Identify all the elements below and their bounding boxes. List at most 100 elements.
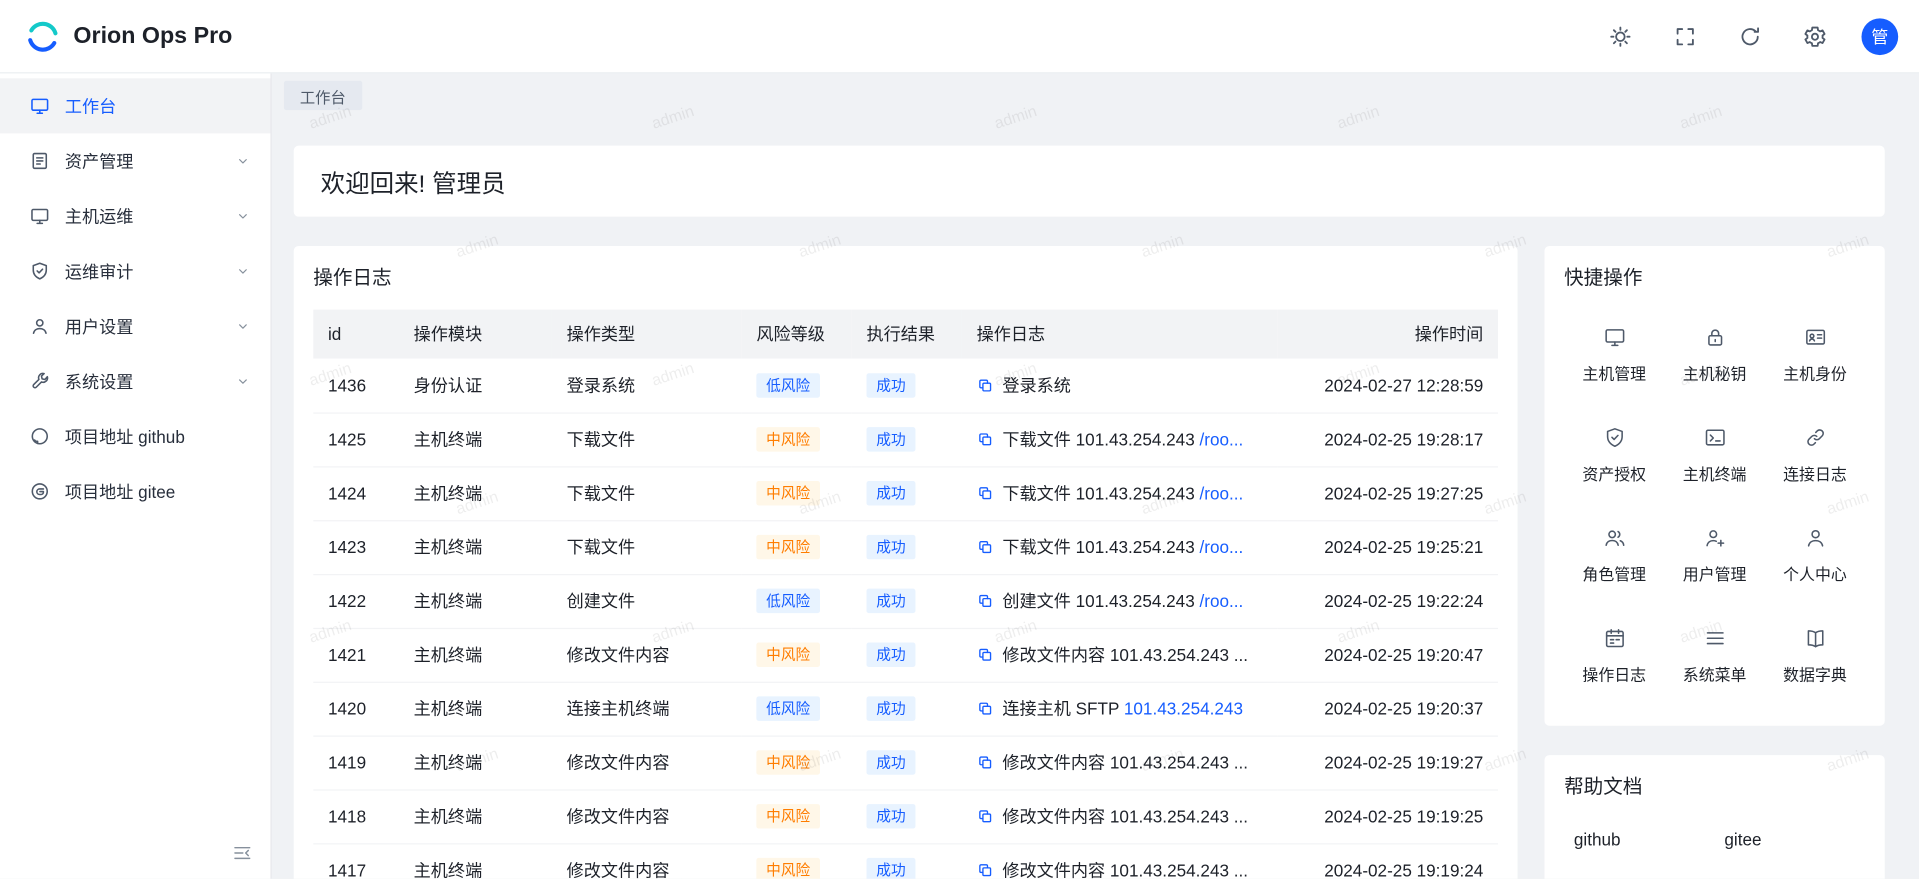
table-row: 1418主机终端修改文件内容中风险成功修改文件内容 101.43.254.243… [313, 789, 1498, 843]
book-icon [1803, 627, 1826, 650]
copy-icon[interactable] [977, 808, 994, 825]
log-text: 下载文件 101.43.254.243 [1002, 537, 1199, 557]
risk-badge: 低风险 [756, 373, 820, 397]
result-badge: 成功 [866, 696, 915, 720]
copy-icon[interactable] [977, 592, 994, 609]
cell-log: 连接主机 SFTP 101.43.254.243 [962, 682, 1278, 736]
quick-action-host-manage[interactable]: 主机管理 [1564, 305, 1664, 405]
cell-module: 主机终端 [399, 412, 552, 466]
cell-time: 2024-02-25 19:20:37 [1278, 682, 1498, 736]
sidebar-item-github[interactable]: 项目地址 github [0, 409, 270, 464]
github-icon [29, 426, 50, 447]
cell-type: 修改文件内容 [552, 843, 742, 879]
cell-id: 1436 [313, 359, 399, 413]
cell-risk: 中风险 [742, 466, 852, 520]
log-text: 下载文件 101.43.254.243 [1002, 483, 1199, 503]
cell-type: 创建文件 [552, 574, 742, 628]
table-row: 1422主机终端创建文件低风险成功创建文件 101.43.254.243 /ro… [313, 574, 1498, 628]
collapse-sidebar-button[interactable] [231, 842, 253, 864]
copy-icon[interactable] [977, 700, 994, 717]
cell-module: 主机终端 [399, 843, 552, 879]
monitor-icon [29, 95, 50, 116]
sidebar-item-workbench[interactable]: 工作台 [0, 78, 270, 133]
log-link[interactable]: /roo... [1200, 483, 1244, 503]
log-link[interactable]: 101.43.254.243 [1124, 699, 1243, 719]
cell-risk: 低风险 [742, 682, 852, 736]
app-logo[interactable]: Orion Ops Pro [0, 18, 232, 55]
log-link[interactable]: /roo... [1200, 591, 1244, 611]
logo-swirl-icon [24, 18, 61, 55]
risk-badge: 中风险 [756, 858, 820, 879]
quick-action-label: 主机秘钥 [1683, 361, 1747, 384]
idcard-icon [1803, 326, 1826, 349]
refresh-button[interactable] [1738, 24, 1762, 48]
risk-badge: 中风险 [756, 427, 820, 451]
sidebar: 工作台资产管理主机运维运维审计用户设置系统设置项目地址 github项目地址 g… [0, 73, 272, 879]
copy-icon[interactable] [977, 538, 994, 555]
log-link[interactable]: /roo... [1200, 430, 1244, 450]
sidebar-item-system-settings[interactable]: 系统设置 [0, 354, 270, 409]
fullscreen-icon [1673, 24, 1697, 48]
chevron-down-icon [235, 208, 251, 224]
sidebar-item-host-ops[interactable]: 主机运维 [0, 188, 270, 243]
cell-type: 修改文件内容 [552, 736, 742, 790]
column-header: 操作模块 [399, 310, 552, 359]
sidebar-item-user-settings[interactable]: 用户设置 [0, 299, 270, 354]
theme-toggle-button[interactable] [1608, 24, 1632, 48]
sun-icon [1608, 24, 1632, 48]
result-badge: 成功 [866, 535, 915, 559]
app-title: Orion Ops Pro [73, 23, 232, 50]
user-avatar[interactable]: 管 [1861, 18, 1898, 55]
quick-action-host-identity[interactable]: 主机身份 [1765, 305, 1865, 405]
copy-icon[interactable] [977, 862, 994, 879]
settings-button[interactable] [1803, 24, 1827, 48]
result-badge: 成功 [866, 750, 915, 774]
cell-module: 主机终端 [399, 520, 552, 574]
quick-action-personal-center[interactable]: 个人中心 [1765, 505, 1865, 605]
cell-time: 2024-02-27 12:28:59 [1278, 359, 1498, 413]
quick-action-data-dict[interactable]: 数据字典 [1765, 606, 1865, 706]
copy-icon[interactable] [977, 754, 994, 771]
cell-result: 成功 [852, 736, 962, 790]
quick-action-host-key[interactable]: 主机秘钥 [1664, 305, 1764, 405]
welcome-card: 欢迎回来! 管理员 [294, 146, 1885, 217]
cell-module: 主机终端 [399, 736, 552, 790]
shield-icon [29, 261, 50, 282]
copy-icon[interactable] [977, 431, 994, 448]
calendar-icon [1603, 627, 1626, 650]
terminal-icon [1703, 426, 1726, 449]
log-table-body: 1436身份认证登录系统低风险成功登录系统2024-02-27 12:28:59… [313, 359, 1498, 879]
help-link-gitee[interactable]: gitee [1715, 830, 1866, 850]
sidebar-item-gitee[interactable]: 项目地址 gitee [0, 464, 270, 519]
quick-action-label: 主机管理 [1582, 361, 1646, 384]
copy-icon[interactable] [977, 377, 994, 394]
column-header: 操作日志 [962, 310, 1278, 359]
quick-action-role-manage[interactable]: 角色管理 [1564, 505, 1664, 605]
quick-action-operation-log[interactable]: 操作日志 [1564, 606, 1664, 706]
help-link-github[interactable]: github [1564, 830, 1715, 850]
quick-action-host-terminal[interactable]: 主机终端 [1664, 405, 1764, 505]
quick-actions-grid: 主机管理 主机秘钥主机身份资产授权主机终端连接日志角色管理用户管理个人中心操作日志… [1564, 305, 1865, 706]
cell-time: 2024-02-25 19:22:24 [1278, 574, 1498, 628]
cell-id: 1419 [313, 736, 399, 790]
result-badge: 成功 [866, 858, 915, 879]
chevron-down-icon [235, 153, 251, 169]
cell-risk: 中风险 [742, 789, 852, 843]
quick-action-asset-grant[interactable]: 资产授权 [1564, 405, 1664, 505]
asset-icon [29, 151, 50, 172]
sidebar-item-ops-audit[interactable]: 运维审计 [0, 244, 270, 299]
quick-action-user-manage[interactable]: 用户管理 [1664, 505, 1764, 605]
tab-workbench[interactable]: 工作台 [284, 81, 362, 110]
shield-icon [1603, 426, 1626, 449]
log-link[interactable]: /roo... [1200, 537, 1244, 557]
copy-icon[interactable] [977, 485, 994, 502]
cell-type: 登录系统 [552, 359, 742, 413]
fullscreen-button[interactable] [1673, 24, 1697, 48]
quick-action-system-menu[interactable]: 系统菜单 [1664, 606, 1764, 706]
copy-icon[interactable] [977, 646, 994, 663]
quick-action-connect-log[interactable]: 连接日志 [1765, 405, 1865, 505]
table-row: 1436身份认证登录系统低风险成功登录系统2024-02-27 12:28:59 [313, 359, 1498, 413]
sidebar-item-asset-manage[interactable]: 资产管理 [0, 133, 270, 188]
cell-log: 登录系统 [962, 359, 1278, 413]
cell-log: 修改文件内容 101.43.254.243 ... [962, 789, 1278, 843]
